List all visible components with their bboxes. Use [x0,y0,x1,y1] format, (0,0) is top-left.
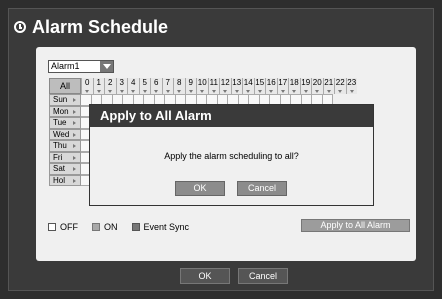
hour-header-0[interactable]: 0 [81,78,93,94]
window-title: Alarm Schedule [32,16,169,37]
day-label-tue[interactable]: Tue [49,117,81,129]
legend-off-label: OFF [60,222,78,232]
triangle-down-icon [108,90,112,93]
hour-header-23[interactable]: 23 [345,78,357,94]
dialog-buttons: OK Cancel [175,181,287,196]
dialog-message: Apply the alarm scheduling to all? [164,151,299,161]
hour-header-8[interactable]: 8 [173,78,185,94]
hour-header-10[interactable]: 10 [196,78,208,94]
footer-buttons: OK Cancel [180,268,288,284]
hour-header-13[interactable]: 13 [230,78,242,94]
legend-event-sync: Event Sync [131,222,190,232]
day-label-sat[interactable]: Sat [49,163,81,175]
triangle-down-icon [85,90,89,93]
hour-header-5[interactable]: 5 [138,78,150,94]
triangle-down-icon [96,90,101,93]
off-swatch [48,223,56,231]
day-label-sun[interactable]: Sun [49,94,81,106]
triangle-down-icon [257,90,262,93]
triangle-down-icon [165,90,170,93]
triangle-down-icon [223,90,227,93]
on-swatch [92,223,100,231]
clock-icon [14,21,26,33]
hour-header-row: All 0 1 2 3 4 5 6 7 8 9 10 11 12 13 14 15 16 17 18 19 20 21 22… [49,78,357,94]
triangle-down-icon [119,90,124,93]
legend-off: OFF [48,222,78,232]
legend: OFF ON Event Sync [48,222,203,232]
triangle-down-icon [211,90,216,93]
triangle-down-icon [303,90,308,93]
hour-header-9[interactable]: 9 [184,78,196,94]
hour-header-19[interactable]: 19 [299,78,311,94]
day-label-wed[interactable]: Wed [49,128,81,140]
apply-to-all-alarm-button[interactable]: Apply to All Alarm [301,219,410,232]
hour-header-14[interactable]: 14 [242,78,254,94]
alarm-select[interactable]: Alarm1 [48,60,114,73]
hour-header-4[interactable]: 4 [127,78,139,94]
triangle-down-icon [280,90,285,93]
dialog-cancel-button[interactable]: Cancel [237,181,287,196]
dialog-ok-button[interactable]: OK [175,181,225,196]
triangle-down-icon [338,90,342,93]
triangle-down-icon [234,90,239,93]
hour-header-6[interactable]: 6 [150,78,162,94]
hour-header-7[interactable]: 7 [161,78,173,94]
apply-all-dialog: Apply to All Alarm Apply the alarm sched… [89,104,374,206]
hour-header-20[interactable]: 20 [311,78,323,94]
dialog-title: Apply to All Alarm [90,105,373,127]
hour-header-12[interactable]: 12 [219,78,231,94]
all-button[interactable]: All [49,78,81,94]
triangle-down-icon [188,90,193,93]
hour-header-22[interactable]: 22 [334,78,346,94]
hour-header-16[interactable]: 16 [265,78,277,94]
cancel-button[interactable]: Cancel [238,268,288,284]
hour-header-21[interactable]: 21 [322,78,334,94]
triangle-down-icon [269,90,273,93]
triangle-down-icon [315,90,319,93]
ok-button[interactable]: OK [180,268,230,284]
triangle-down-icon [349,90,354,93]
day-label-mon[interactable]: Mon [49,105,81,117]
event-sync-swatch [131,223,140,231]
triangle-down-icon [200,90,204,93]
alarm-select-value: Alarm1 [51,61,80,71]
day-label-fri[interactable]: Fri [49,151,81,163]
day-label-hol[interactable]: Hol [49,174,81,186]
hour-header-15[interactable]: 15 [253,78,265,94]
hour-header-17[interactable]: 17 [276,78,288,94]
legend-event-sync-label: Event Sync [143,222,190,232]
triangle-down-icon [246,90,250,93]
triangle-down-icon [131,90,135,93]
legend-on: ON [92,222,118,232]
chevron-down-icon[interactable] [100,61,113,72]
window-title-bar: Alarm Schedule [14,14,168,40]
triangle-down-icon [142,90,147,93]
legend-on-label: ON [104,222,118,232]
triangle-down-icon [292,90,296,93]
triangle-down-icon [154,90,158,93]
hour-header-18[interactable]: 18 [288,78,300,94]
hour-header-11[interactable]: 11 [207,78,219,94]
day-label-thu[interactable]: Thu [49,140,81,152]
triangle-down-icon [177,90,181,93]
triangle-down-icon [326,90,331,93]
hour-header-3[interactable]: 3 [115,78,127,94]
hour-header-2[interactable]: 2 [104,78,116,94]
hour-header-1[interactable]: 1 [92,78,104,94]
